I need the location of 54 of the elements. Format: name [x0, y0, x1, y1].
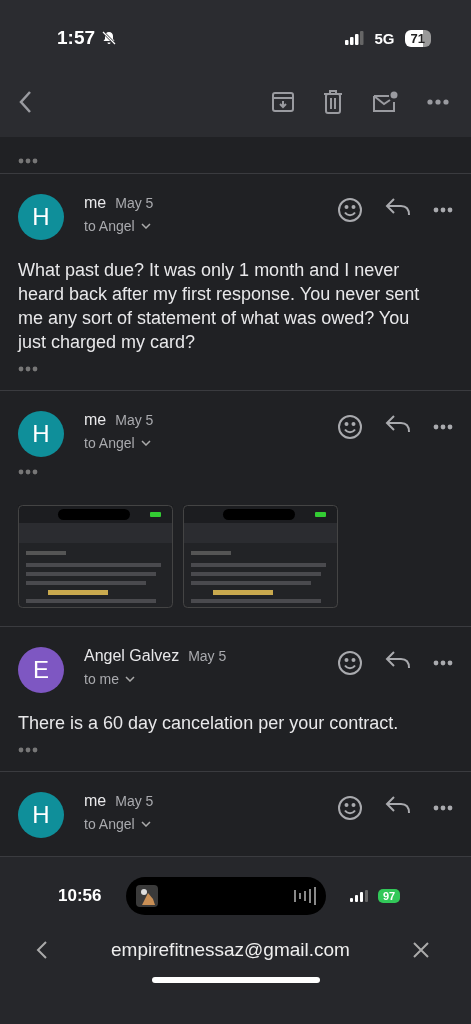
emoji-icon[interactable] [337, 795, 363, 821]
more-icon[interactable] [433, 805, 453, 811]
recipient-dropdown[interactable]: to me [84, 671, 135, 687]
status-time: 1:57 [57, 27, 96, 49]
chevron-icon [125, 676, 135, 682]
collapsed-content-icon[interactable] [18, 469, 38, 475]
signal-icon [344, 31, 365, 45]
search-query: empirefitnessaz@gmail.com [110, 939, 351, 961]
sender-name: me [84, 194, 107, 212]
archive-icon[interactable] [271, 90, 295, 114]
collapsed-content-icon[interactable] [18, 158, 38, 164]
message-date: May 5 [115, 412, 154, 428]
message-body: There is a 60 day cancelation per your contract. [18, 712, 400, 735]
collapsed-content-icon[interactable] [18, 366, 38, 372]
recipient-dropdown[interactable]: to Angel [84, 816, 151, 832]
status-time: 10:56 [58, 886, 103, 906]
more-icon[interactable] [427, 99, 449, 105]
network-label: 5G [374, 29, 395, 47]
battery-indicator: 71 [404, 29, 431, 47]
avatar: H [18, 792, 64, 838]
back-icon[interactable] [36, 940, 48, 960]
collapsed-content-icon[interactable] [18, 747, 38, 753]
reply-icon[interactable] [385, 650, 411, 670]
emoji-icon[interactable] [337, 414, 363, 440]
more-icon[interactable] [433, 660, 453, 666]
reply-icon[interactable] [385, 795, 411, 815]
recipient-dropdown[interactable]: to Angel [84, 218, 151, 234]
message-body: What past due? It was only 1 month and I never heard back after my first response. You never sent me any sort of statement of what was owed? You just charged my card? [18, 259, 421, 354]
avatar: H [18, 194, 64, 240]
chevron-icon [140, 440, 151, 446]
sender-name: Angel Galvez [84, 647, 180, 665]
battery-indicator: 97 [378, 889, 401, 903]
message-date: May 5 [188, 648, 227, 664]
reply-icon[interactable] [385, 197, 411, 217]
avatar: H [18, 411, 64, 457]
emoji-icon[interactable] [337, 197, 363, 223]
message-date: May 5 [115, 195, 154, 211]
trash-icon[interactable] [323, 90, 343, 114]
recipient-dropdown[interactable]: to Angel [84, 435, 151, 451]
chevron-icon [140, 821, 151, 827]
avatar: E [18, 647, 64, 693]
signal-icon [350, 890, 368, 902]
chevron-icon [140, 223, 151, 229]
close-icon[interactable] [413, 942, 429, 958]
message-date: May 5 [115, 793, 154, 809]
sender-name: me [84, 792, 107, 810]
more-icon[interactable] [433, 207, 453, 213]
sender-name: me [84, 411, 107, 429]
reply-icon[interactable] [385, 414, 411, 434]
emoji-icon[interactable] [337, 650, 363, 676]
waveform-icon [294, 887, 316, 905]
more-icon[interactable] [433, 424, 453, 430]
back-icon[interactable] [18, 90, 32, 114]
mail-icon[interactable] [371, 90, 399, 114]
